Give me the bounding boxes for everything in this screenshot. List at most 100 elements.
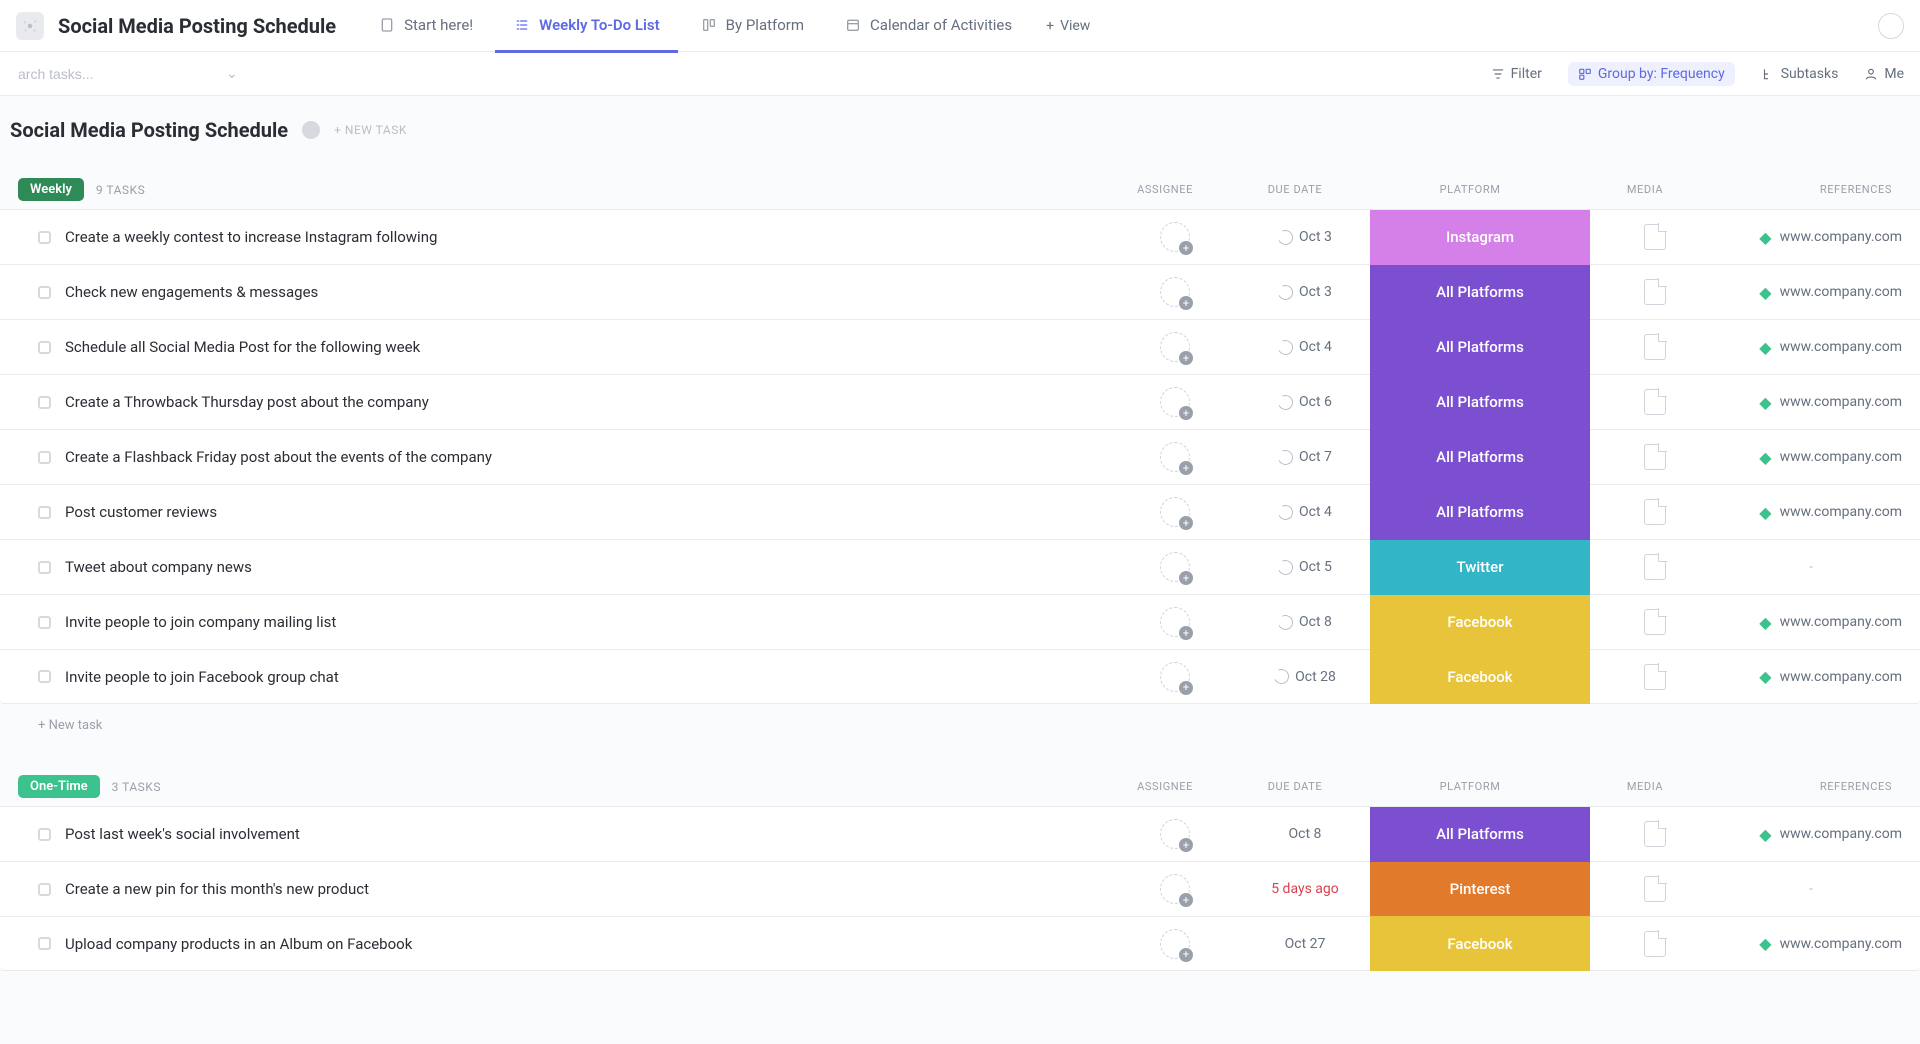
assignee-cell[interactable]	[1110, 375, 1240, 430]
due-date-cell[interactable]: Oct 3	[1240, 210, 1370, 265]
platform-badge[interactable]: Facebook	[1370, 649, 1590, 704]
chevron-down-icon[interactable]: ⌄	[226, 66, 238, 82]
automations-icon[interactable]	[1878, 13, 1904, 39]
media-icon[interactable]	[1644, 444, 1666, 470]
references-cell[interactable]: ◆www.company.com	[1720, 649, 1920, 704]
col-media[interactable]: MEDIA	[1580, 183, 1710, 196]
references-cell[interactable]: ◆www.company.com	[1720, 265, 1920, 320]
task-title[interactable]: Create a new pin for this month's new pr…	[65, 880, 369, 898]
assignee-cell[interactable]	[1110, 485, 1240, 540]
assign-icon[interactable]	[1160, 222, 1190, 252]
task-title[interactable]: Invite people to join Facebook group cha…	[65, 668, 339, 686]
task-row[interactable]: Invite people to join Facebook group cha…	[0, 649, 1920, 704]
media-cell[interactable]	[1590, 807, 1720, 862]
status-checkbox[interactable]	[38, 231, 51, 244]
col-due-date[interactable]: DUE DATE	[1230, 780, 1360, 793]
status-checkbox[interactable]	[38, 616, 51, 629]
platform-cell[interactable]: All Platforms	[1370, 265, 1590, 320]
col-assignee[interactable]: ASSIGNEE	[1100, 780, 1230, 793]
tab-weekly-to-do-list[interactable]: Weekly To-Do List	[495, 0, 678, 53]
platform-badge[interactable]: All Platforms	[1370, 375, 1590, 430]
assignee-cell[interactable]	[1110, 595, 1240, 650]
media-cell[interactable]	[1590, 540, 1720, 595]
references-cell[interactable]: ◆www.company.com	[1720, 320, 1920, 375]
platform-cell[interactable]: All Platforms	[1370, 375, 1590, 430]
media-icon[interactable]	[1644, 279, 1666, 305]
platform-cell[interactable]: Pinterest	[1370, 862, 1590, 917]
assign-icon[interactable]	[1160, 929, 1190, 959]
platform-cell[interactable]: All Platforms	[1370, 430, 1590, 485]
media-icon[interactable]	[1644, 499, 1666, 525]
assignee-cell[interactable]	[1110, 649, 1240, 704]
reference-link[interactable]: ◆www.company.com	[1759, 338, 1902, 357]
media-cell[interactable]	[1590, 210, 1720, 265]
status-checkbox[interactable]	[38, 286, 51, 299]
info-icon[interactable]	[302, 121, 320, 139]
platform-badge[interactable]: All Platforms	[1370, 485, 1590, 540]
media-icon[interactable]	[1644, 876, 1666, 902]
media-cell[interactable]	[1590, 320, 1720, 375]
media-icon[interactable]	[1644, 609, 1666, 635]
task-row[interactable]: Create a Throwback Thursday post about t…	[0, 374, 1920, 429]
status-checkbox[interactable]	[38, 883, 51, 896]
task-row[interactable]: Upload company products in an Album on F…	[0, 916, 1920, 971]
due-date-cell[interactable]: Oct 8	[1240, 595, 1370, 650]
col-platform[interactable]: PLATFORM	[1360, 780, 1580, 793]
assignee-cell[interactable]	[1110, 320, 1240, 375]
media-icon[interactable]	[1644, 821, 1666, 847]
new-task-top-button[interactable]: + NEW TASK	[334, 123, 407, 137]
references-cell[interactable]: ◆www.company.com	[1720, 485, 1920, 540]
due-date-cell[interactable]: Oct 3	[1240, 265, 1370, 320]
platform-cell[interactable]: All Platforms	[1370, 485, 1590, 540]
reference-link[interactable]: ◆www.company.com	[1759, 228, 1902, 247]
task-title[interactable]: Check new engagements & messages	[65, 283, 318, 301]
platform-badge[interactable]: All Platforms	[1370, 807, 1590, 862]
reference-link[interactable]: ◆www.company.com	[1759, 613, 1902, 632]
due-date-cell[interactable]: Oct 4	[1240, 320, 1370, 375]
due-date-cell[interactable]: Oct 6	[1240, 375, 1370, 430]
platform-badge[interactable]: Pinterest	[1370, 862, 1590, 917]
media-cell[interactable]	[1590, 265, 1720, 320]
platform-cell[interactable]: Facebook	[1370, 595, 1590, 650]
task-title[interactable]: Upload company products in an Album on F…	[65, 935, 412, 953]
media-cell[interactable]	[1590, 485, 1720, 540]
assign-icon[interactable]	[1160, 874, 1190, 904]
task-row[interactable]: Post last week's social involvementOct 8…	[0, 806, 1920, 861]
col-platform[interactable]: PLATFORM	[1360, 183, 1580, 196]
media-cell[interactable]	[1590, 862, 1720, 917]
task-row[interactable]: Tweet about company newsOct 5Twitter-	[0, 539, 1920, 594]
workspace-title[interactable]: Social Media Posting Schedule	[58, 14, 336, 38]
task-title[interactable]: Post customer reviews	[65, 503, 217, 521]
workspace-icon[interactable]	[16, 12, 44, 40]
media-icon[interactable]	[1644, 554, 1666, 580]
media-cell[interactable]	[1590, 649, 1720, 704]
task-row[interactable]: Schedule all Social Media Post for the f…	[0, 319, 1920, 374]
assign-icon[interactable]	[1160, 607, 1190, 637]
task-row[interactable]: Invite people to join company mailing li…	[0, 594, 1920, 649]
assign-icon[interactable]	[1160, 332, 1190, 362]
assign-icon[interactable]	[1160, 662, 1190, 692]
due-date-cell[interactable]: Oct 27	[1240, 916, 1370, 971]
references-cell[interactable]: ◆www.company.com	[1720, 595, 1920, 650]
status-checkbox[interactable]	[38, 451, 51, 464]
platform-badge[interactable]: Facebook	[1370, 595, 1590, 650]
task-row[interactable]: Create a weekly contest to increase Inst…	[0, 209, 1920, 264]
media-icon[interactable]	[1644, 664, 1666, 690]
references-cell[interactable]: ◆www.company.com	[1720, 210, 1920, 265]
platform-badge[interactable]: All Platforms	[1370, 320, 1590, 375]
task-row[interactable]: Create a new pin for this month's new pr…	[0, 861, 1920, 916]
assignee-cell[interactable]	[1110, 430, 1240, 485]
assignee-cell[interactable]	[1110, 540, 1240, 595]
assign-icon[interactable]	[1160, 552, 1190, 582]
platform-badge[interactable]: All Platforms	[1370, 265, 1590, 320]
platform-cell[interactable]: Twitter	[1370, 540, 1590, 595]
col-media[interactable]: MEDIA	[1580, 780, 1710, 793]
assignee-cell[interactable]	[1110, 265, 1240, 320]
media-icon[interactable]	[1644, 334, 1666, 360]
task-row[interactable]: Post customer reviewsOct 4All Platforms◆…	[0, 484, 1920, 539]
due-date-cell[interactable]: Oct 5	[1240, 540, 1370, 595]
platform-badge[interactable]: Instagram	[1370, 210, 1590, 265]
media-icon[interactable]	[1644, 224, 1666, 250]
tab-by-platform[interactable]: By Platform	[682, 0, 822, 53]
status-checkbox[interactable]	[38, 670, 51, 683]
